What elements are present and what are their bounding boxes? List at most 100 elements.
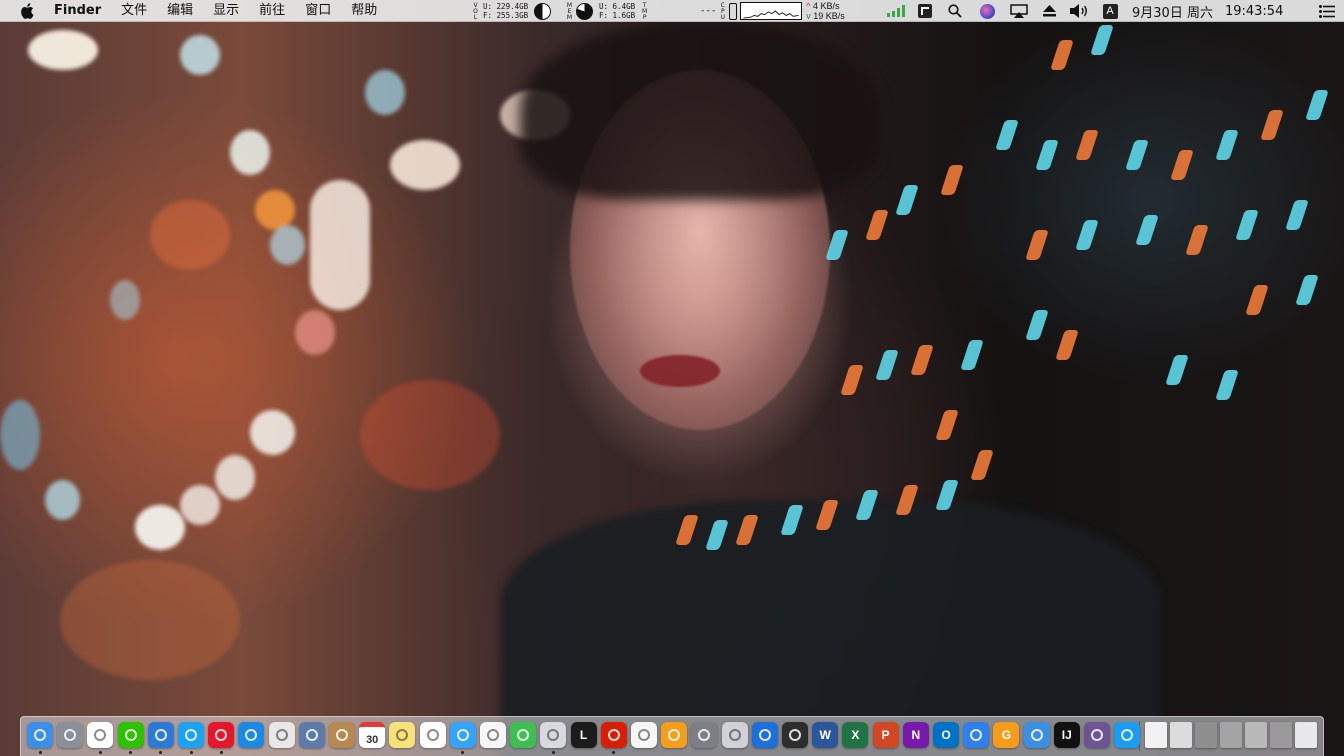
portrait-hair [520, 20, 880, 200]
ibooks-icon[interactable] [661, 722, 688, 748]
menu-file[interactable]: 文件 [111, 0, 157, 22]
light-streak [1025, 230, 1049, 260]
siri-icon[interactable] [978, 3, 996, 19]
menu-app-name[interactable]: Finder [52, 0, 111, 22]
signal-bars-icon[interactable] [886, 3, 906, 19]
reminders-icon[interactable] [419, 722, 446, 748]
itunes-icon-mark [638, 729, 650, 741]
netease-music-icon[interactable] [600, 722, 627, 748]
light-streak [940, 165, 964, 195]
light-streak [865, 210, 889, 240]
finder-icon-mark [34, 729, 46, 741]
screen-capture-icon[interactable] [916, 3, 934, 19]
spotlight-search-icon[interactable] [946, 3, 964, 19]
light-streak [1235, 210, 1259, 240]
menu-edit[interactable]: 编辑 [157, 0, 203, 22]
menu-help[interactable]: 帮助 [341, 0, 387, 22]
app-store-icon-mark [1121, 729, 1134, 741]
onenote-icon[interactable]: N [902, 722, 929, 748]
light-streak [1025, 310, 1049, 340]
keynote-icon[interactable] [963, 722, 990, 748]
tomato-timer-icon-mark [728, 729, 741, 741]
stickies-icon[interactable] [389, 722, 416, 748]
twitter-icon-mark [185, 729, 197, 741]
finder-icon[interactable] [27, 722, 53, 748]
downloads-stack-icon[interactable] [1170, 722, 1192, 748]
gifox-icon[interactable]: G [993, 722, 1020, 748]
powerpoint-icon[interactable]: P [872, 722, 899, 748]
notebook-icon-mark [336, 729, 348, 741]
word-icon[interactable]: W [812, 722, 839, 748]
vim-icon[interactable] [782, 722, 808, 748]
bokeh-light [28, 30, 98, 70]
weibo-icon[interactable] [208, 722, 235, 748]
input-method-icon[interactable]: A [1102, 3, 1118, 19]
intellij-icon[interactable]: IJ [1053, 722, 1080, 748]
menu-window[interactable]: 窗口 [295, 0, 341, 22]
twitter-icon[interactable] [178, 722, 204, 748]
bokeh-light [365, 70, 405, 115]
battery-outline-icon [729, 2, 738, 20]
xcode-icon[interactable] [1023, 722, 1050, 748]
eject-icon[interactable] [1040, 3, 1058, 19]
infuse-icon[interactable] [510, 722, 537, 748]
memory-usage-widget[interactable]: MEM U: 6.4GB F: 1.6GB TMP [566, 0, 648, 22]
lightroom-icon[interactable]: L [570, 722, 597, 748]
itunes-icon[interactable] [631, 722, 657, 748]
net-up-arrow-icon: ^ [806, 1, 811, 11]
screenshot-thumbnail-2[interactable] [1220, 722, 1242, 748]
safari-icon[interactable] [238, 722, 265, 748]
menu-clock[interactable]: 9月30日 周六 19:43:54 [1132, 0, 1283, 22]
mem-label-text: MEM [566, 2, 573, 20]
disk-usage-widget[interactable]: VOL U: 229.4GB F: 255.3GB [472, 0, 552, 22]
screenshot-thumbnail-4[interactable] [1270, 722, 1292, 748]
outlook-icon[interactable]: O [933, 722, 959, 748]
xcode-icon-mark [1030, 729, 1043, 741]
bokeh-light [110, 280, 140, 320]
mem-used: U: 6.4GB [599, 2, 636, 11]
list-bullets-graphic [1319, 4, 1335, 18]
tomato-timer-icon[interactable] [721, 722, 748, 748]
wechat-icon[interactable] [117, 722, 144, 748]
excel-icon[interactable]: X [842, 722, 869, 748]
volume-icon[interactable] [1068, 3, 1092, 19]
qq-icon[interactable] [87, 722, 114, 748]
disk-label-text: VOL [472, 2, 479, 20]
notification-center-icon[interactable] [1318, 3, 1336, 19]
trash-icon[interactable] [1295, 722, 1317, 748]
clock-time: 19:43:54 [1224, 3, 1284, 19]
photos-icon[interactable] [480, 722, 506, 748]
airplay-icon[interactable] [1008, 3, 1030, 19]
cloud-drive-icon[interactable] [540, 722, 567, 748]
system-preferences-icon[interactable] [691, 722, 718, 748]
qq-browser-icon[interactable] [751, 722, 778, 748]
github-desktop-icon[interactable] [1084, 722, 1110, 748]
disk-used: U: 229.4GB [483, 2, 529, 11]
desktop-wallpaper [0, 0, 1344, 756]
mail-icon[interactable] [147, 722, 174, 748]
apple-menu-icon[interactable] [18, 2, 36, 19]
screenshot-thumbnail-3[interactable] [1245, 722, 1267, 748]
preview-icon[interactable] [298, 722, 325, 748]
app-store-icon[interactable] [1114, 722, 1141, 748]
disk-label: VOL [472, 2, 479, 20]
document-stack-icon[interactable] [1145, 722, 1167, 748]
screenshot-thumbnail-1[interactable] [1195, 722, 1217, 748]
launchpad-icon-mark [64, 729, 77, 741]
running-indicator-dot [129, 751, 133, 754]
chrome-icon[interactable] [268, 722, 295, 748]
bokeh-light [150, 200, 230, 270]
launchpad-icon[interactable] [57, 722, 84, 748]
cpu-label: CPU [719, 2, 726, 20]
cpu-bars: --- [700, 5, 717, 16]
ibooks-icon-mark [668, 729, 681, 741]
messages-icon[interactable] [449, 722, 476, 748]
running-indicator-dot [219, 751, 223, 754]
netease-music-icon-mark [607, 729, 620, 741]
mem-label: MEM [566, 2, 573, 20]
menu-view[interactable]: 显示 [203, 0, 249, 22]
calendar-icon[interactable]: 30 [359, 722, 386, 748]
cpu-network-widget[interactable]: --- CPU ^ 4 KB/s v 19 KB/s [700, 0, 845, 22]
notebook-icon[interactable] [329, 722, 355, 748]
menu-go[interactable]: 前往 [249, 0, 295, 22]
